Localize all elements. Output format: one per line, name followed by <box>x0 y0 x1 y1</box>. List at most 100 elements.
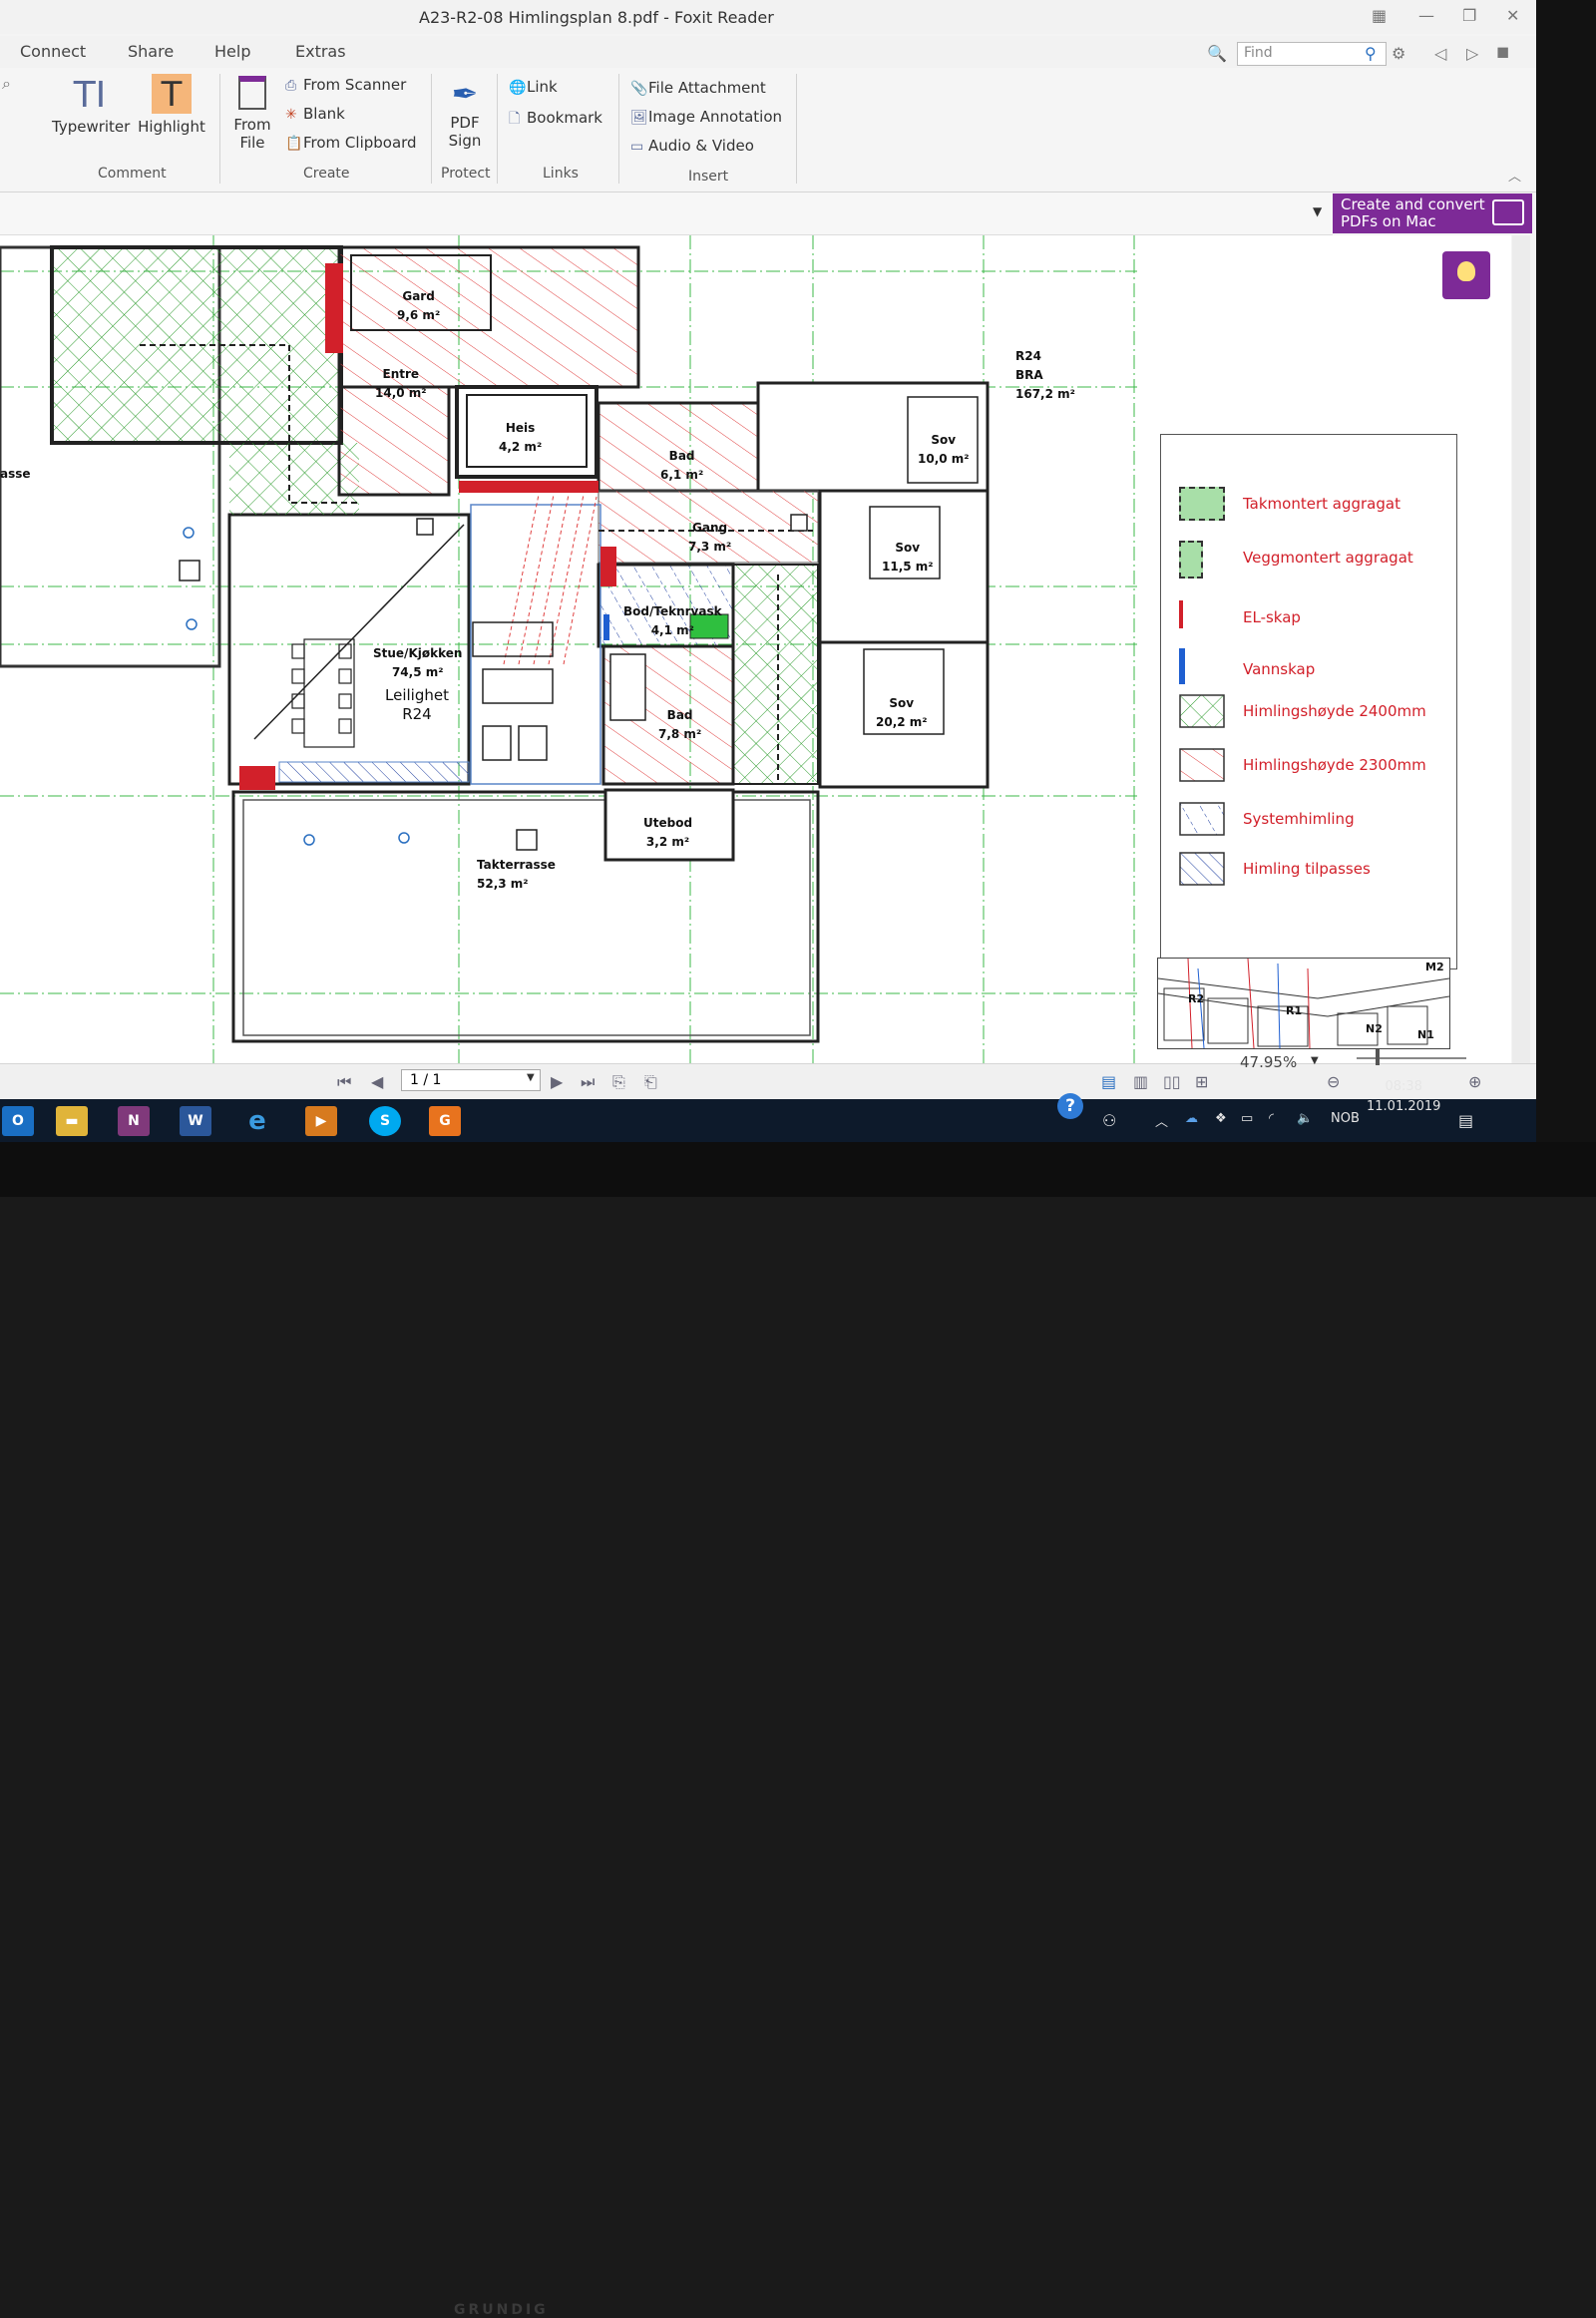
zoom-in-icon[interactable]: ⊕ <box>1468 1072 1481 1091</box>
last-page-icon[interactable]: ⏭ <box>581 1072 595 1092</box>
menu-connect[interactable]: Connect <box>20 42 86 61</box>
wifi-icon[interactable]: ◜ <box>1269 1111 1274 1126</box>
minimize-icon[interactable]: — <box>1418 6 1434 25</box>
menu-help[interactable]: Help <box>214 42 250 61</box>
zoom-dropdown-icon[interactable]: ▼ <box>1311 1055 1319 1066</box>
first-page-icon[interactable]: ⏮ <box>337 1072 351 1092</box>
zoom-icon[interactable]: ⌕ <box>2 74 11 94</box>
audio-video-button[interactable]: ▭ Audio & Video <box>630 137 754 155</box>
from-file-label-1: From <box>233 116 271 134</box>
single-page-icon[interactable]: ▤ <box>1101 1072 1116 1091</box>
ribbon-display-icon[interactable]: ▦ <box>1372 6 1387 25</box>
legend-swatch <box>1179 648 1185 684</box>
monitor-bezel-bottom: GRUNDIG <box>0 1142 1596 2318</box>
highlight-label: Highlight <box>138 118 205 136</box>
restore-icon[interactable]: ❐ <box>1462 6 1476 25</box>
people-icon[interactable]: ⚇ <box>1102 1111 1116 1130</box>
taskbar: O ▬ N W e ▶ S G ⚇ ︿ ☁ ❖ ▭ ◜ 🔈 NOB ▤ <box>0 1099 1536 1142</box>
search-folder-icon[interactable]: 🔍 <box>1207 44 1227 63</box>
file-attachment-button[interactable]: 📎File Attachment <box>630 79 766 97</box>
continuous-facing-icon[interactable]: ⊞ <box>1195 1072 1208 1091</box>
room-bad-2: Bad 7,8 m² <box>658 708 702 741</box>
from-clipboard-button[interactable]: 📋From Clipboard <box>285 134 417 152</box>
pen-icon: ✒ <box>451 75 479 113</box>
highlight-button[interactable]: T Highlight <box>138 74 205 136</box>
group-label-comment: Comment <box>98 166 167 182</box>
next-page-icon[interactable]: ▶ <box>551 1072 563 1091</box>
typewriter-label: Typewriter <box>52 118 131 136</box>
globe-link-icon: 🌐 <box>509 80 527 96</box>
forward-arrow-icon[interactable]: ▷ <box>1466 44 1478 63</box>
page-number-input[interactable]: 1 / 1 <box>401 1069 541 1091</box>
zoom-level[interactable]: 47.95% <box>1240 1053 1297 1071</box>
from-scanner-button[interactable]: ⎙ From Scanner <box>285 76 406 94</box>
media-player-icon[interactable]: ▶ <box>305 1106 337 1136</box>
zoom-slider[interactable] <box>1357 1057 1466 1059</box>
pdf-sign-button[interactable]: ✒ PDF Sign <box>439 74 491 150</box>
legend-item: Systemhimling <box>1161 802 1456 842</box>
scanner-icon: ⎙ <box>285 78 297 94</box>
room-bad-1: Bad 6,1 m² <box>660 449 704 482</box>
next-view-icon[interactable]: ⎗ <box>644 1072 657 1092</box>
from-file-button[interactable]: From File <box>227 76 277 152</box>
menu-extras[interactable]: Extras <box>295 42 346 61</box>
zoom-slider-handle[interactable] <box>1376 1049 1380 1065</box>
menu-share[interactable]: Share <box>128 42 174 61</box>
show-hidden-icons-icon[interactable]: ︿ <box>1155 1111 1168 1130</box>
bookmark-button[interactable]: 🗋 Bookmark <box>509 108 602 132</box>
back-arrow-icon[interactable]: ◁ <box>1434 44 1446 63</box>
onedrive-icon[interactable]: ☁ <box>1185 1111 1198 1126</box>
help-icon[interactable]: ? <box>1057 1093 1083 1119</box>
outlook-icon[interactable]: O <box>2 1106 34 1136</box>
lightbulb-button[interactable] <box>1442 251 1490 299</box>
dropdown-arrow-icon[interactable]: ▼ <box>1313 204 1322 218</box>
gear-icon[interactable]: ⚙ <box>1392 44 1405 63</box>
facing-page-icon[interactable]: ▯▯ <box>1163 1072 1181 1091</box>
minimap-label: N1 <box>1417 1028 1434 1041</box>
onenote-icon[interactable]: N <box>118 1106 150 1136</box>
file-explorer-icon[interactable]: ▬ <box>56 1106 88 1136</box>
legend-item: Himlingshøyde 2300mm <box>1161 748 1456 788</box>
page-dropdown-icon[interactable]: ▼ <box>527 1072 535 1083</box>
blank-button[interactable]: ✳ Blank <box>285 105 345 123</box>
ribbon-separator <box>219 74 220 184</box>
promo-banner[interactable]: Create and convert PDFs on Mac <box>1333 193 1532 233</box>
paperclip-icon: 📎 <box>630 81 648 97</box>
ribbon: ⌕ TI Typewriter T Highlight Comment From… <box>0 68 1536 193</box>
dropbox-icon[interactable]: ❖ <box>1215 1111 1227 1126</box>
legend-swatch <box>1179 802 1225 836</box>
volume-icon[interactable]: 🔈 <box>1297 1111 1313 1126</box>
skype-icon[interactable]: S <box>369 1106 401 1136</box>
monitor-icon <box>1492 199 1524 225</box>
battery-icon[interactable]: ▭ <box>1241 1111 1253 1126</box>
vertical-scrollbar[interactable] <box>1512 235 1530 1063</box>
screen: A23-R2-08 Himlingsplan 8.pdf - Foxit Rea… <box>0 0 1536 1142</box>
word-icon[interactable]: W <box>180 1106 211 1136</box>
foxit-reader-icon[interactable]: G <box>429 1106 461 1136</box>
legend-swatch <box>1179 600 1183 628</box>
close-icon[interactable]: ✕ <box>1506 6 1519 25</box>
previous-view-icon[interactable]: ⎘ <box>612 1072 625 1092</box>
typewriter-button[interactable]: TI Typewriter <box>52 74 131 136</box>
image-annotation-button[interactable]: 🖼Image Annotation <box>630 108 782 126</box>
toolbar-strip: ▼ <box>0 193 1333 235</box>
ribbon-separator <box>431 74 432 184</box>
clipboard-icon: 📋 <box>285 136 303 152</box>
user-icon[interactable]: ◼ <box>1496 42 1509 61</box>
link-button[interactable]: 🌐Link <box>509 78 558 96</box>
previous-page-icon[interactable]: ◀ <box>371 1072 383 1091</box>
collapse-ribbon-icon[interactable]: ︿ <box>1508 166 1521 185</box>
language-indicator[interactable]: NOB <box>1331 1111 1360 1126</box>
room-bod: Bod/Teknrvask 4,1 m² <box>623 604 722 637</box>
clock-date: 11.01.2019 <box>1367 1099 1441 1114</box>
room-sov-2: Sov 11,5 m² <box>882 541 934 574</box>
site-plan-thumbnail: R2 R1 N2 N1 M2 <box>1157 958 1450 1049</box>
clock[interactable]: 08:38 11.01.2019 <box>1367 1077 1440 1117</box>
action-center-icon[interactable]: ▤ <box>1458 1111 1473 1130</box>
zoom-out-icon[interactable]: ⊖ <box>1327 1072 1340 1091</box>
site-plan-drawing: R2 R1 N2 N1 M2 <box>1158 959 1449 1048</box>
continuous-page-icon[interactable]: ▥ <box>1133 1072 1148 1091</box>
find-search-icon[interactable]: ⚲ <box>1365 44 1377 63</box>
internet-explorer-icon[interactable]: e <box>241 1106 273 1136</box>
from-file-label-2: File <box>239 134 265 152</box>
